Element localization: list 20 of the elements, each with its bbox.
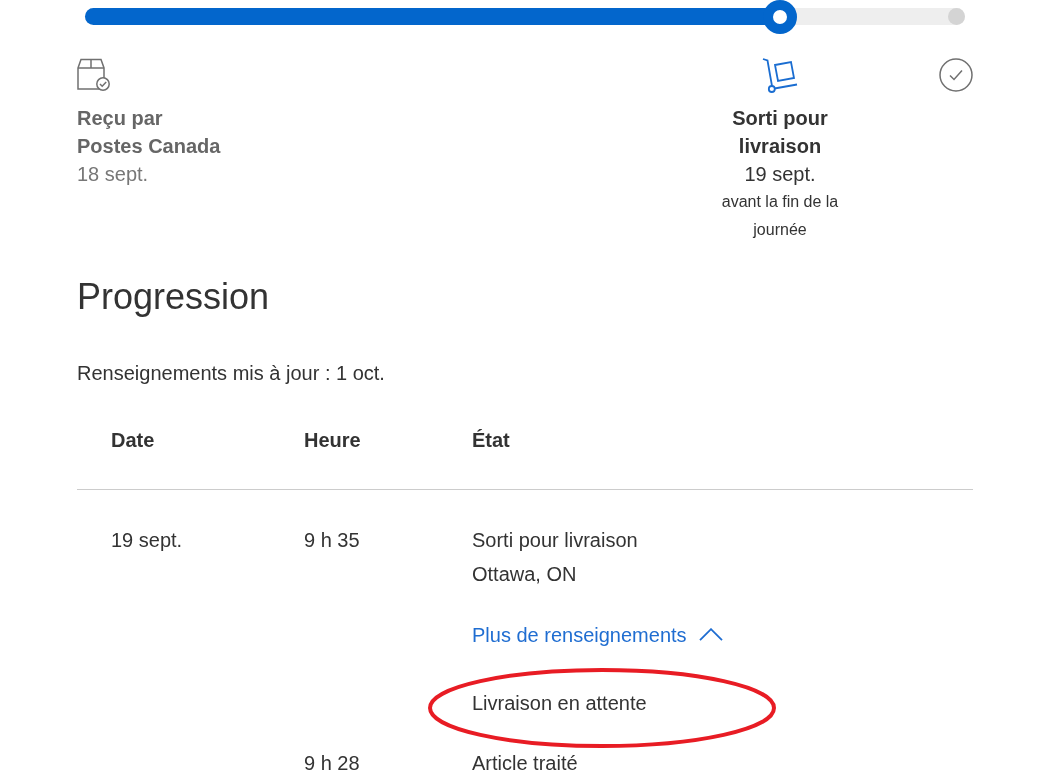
column-header: État [472,427,510,453]
updated-text: Renseignements mis à jour : 1 oct. [77,360,385,386]
time-cell-text: 9 h 28 [304,750,360,776]
milestone-title: Sorti pour livraison [732,105,828,159]
column-header: Date [111,427,155,453]
milestone-title: Reçu par Postes Canada [77,105,221,159]
date-cell-text: 19 sept. [111,527,183,553]
milestone-note: avant la fin de la journée [720,191,840,240]
section-heading: Progression [77,274,270,319]
caret-up-icon [698,628,723,641]
status-text: Sorti pour livraison [472,527,638,553]
status-text: Article traité [472,750,578,776]
end-dot-icon [948,8,965,25]
column-header: Heure [304,427,361,453]
milestone-date: 19 sept. [744,161,816,187]
status-text: Ottawa, ON [472,561,577,587]
time-cell-text: 9 h 35 [304,527,360,553]
detail-text: Livraison en attente [472,691,647,714]
more-info-link[interactable]: Plus de renseignements [472,617,723,652]
milestone-date: 18 sept. [77,161,149,187]
